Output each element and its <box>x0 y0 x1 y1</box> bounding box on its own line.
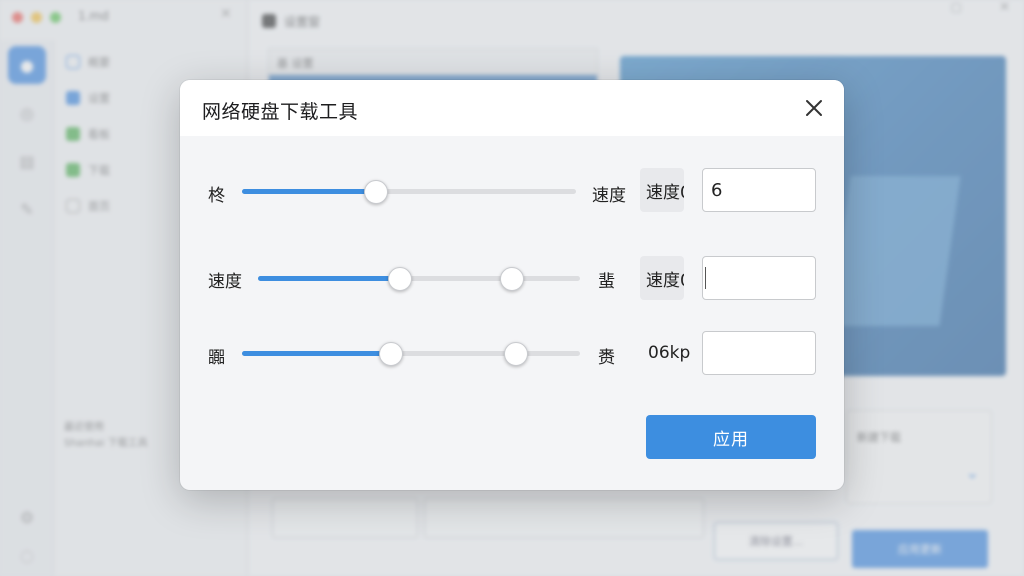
row-2-range-slider[interactable] <box>258 267 580 291</box>
slider-thumb-high[interactable] <box>503 342 528 366</box>
row-1-slider[interactable] <box>242 180 576 204</box>
row-3-right-label: 赉 <box>598 348 615 368</box>
row-3-range-slider[interactable] <box>242 342 580 366</box>
slider-thumb[interactable] <box>363 180 388 204</box>
slider-fill <box>242 189 376 194</box>
dialog-header: 网络硬盘下载工具 <box>180 80 844 136</box>
slider-thumb-low[interactable] <box>378 342 403 366</box>
row-3-value-text: 06kp <box>648 343 691 363</box>
dialog-title: 网络硬盘下载工具 <box>202 101 359 123</box>
row-2-right-label: 蜚 <box>598 272 615 292</box>
row-1-right-label: 速度 <box>592 186 626 206</box>
row-1-value-input[interactable] <box>702 168 816 212</box>
slider-fill <box>258 276 400 281</box>
download-tool-dialog: 网络硬盘下载工具 柊 速度 速度0 速度 蜚 速度0 嚻 赉 06kp 应用 <box>180 80 844 490</box>
row-2-label: 速度 <box>208 272 242 292</box>
apply-button[interactable]: 应用 <box>646 415 816 459</box>
row-1-unit-chip[interactable]: 速度0 <box>640 168 684 212</box>
close-button[interactable] <box>798 92 830 124</box>
close-icon <box>806 100 822 116</box>
text-caret <box>705 267 706 289</box>
slider-thumb-low[interactable] <box>387 267 412 291</box>
row-3-label: 嚻 <box>208 348 225 368</box>
row-2-value-input[interactable] <box>702 256 816 300</box>
row-2-unit-chip[interactable]: 速度0 <box>640 256 684 300</box>
row-1-label: 柊 <box>208 186 225 206</box>
row-3-value-input[interactable] <box>702 331 816 375</box>
slider-thumb-high[interactable] <box>500 267 525 291</box>
slider-fill <box>242 351 391 356</box>
